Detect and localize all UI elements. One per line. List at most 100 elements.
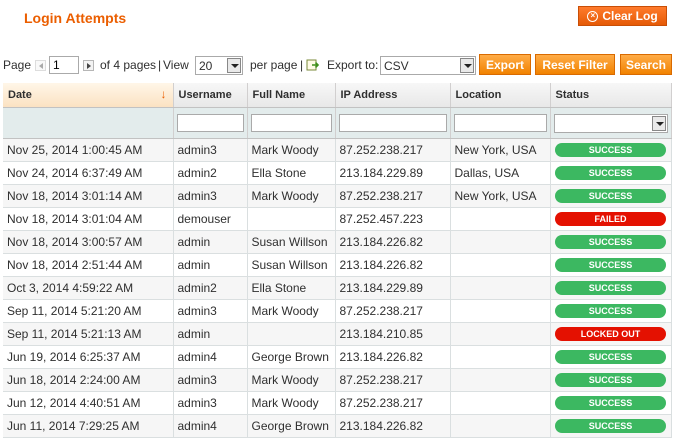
status-badge: SUCCESS [555,258,666,272]
chevron-down-icon [460,58,474,73]
next-page-icon[interactable] [83,60,94,71]
location-cell [450,230,551,254]
username-cell: admin4 [173,345,248,369]
location-cell [450,368,551,392]
date-cell: Nov 25, 2014 1:00:45 AM [3,138,174,162]
status-cell: LOCKED OUT [550,322,672,346]
username-cell: admin3 [173,368,248,392]
ip-address-cell: 213.184.210.85 [335,322,451,346]
full-name-cell: Mark Woody [247,138,336,162]
date-cell: Oct 3, 2014 4:59:22 AM [3,276,174,300]
filter-full-name-input[interactable] [250,114,332,132]
username-cell: admin4 [173,414,248,438]
status-cell: SUCCESS [550,391,672,415]
full-name-cell: George Brown [247,345,336,369]
status-cell: SUCCESS [550,299,672,323]
table-row[interactable]: Jun 11, 2014 7:29:25 AM admin4 George Brow… [3,414,672,438]
table-row[interactable]: Nov 18, 2014 3:00:57 AM admin Susan Willso… [3,230,672,254]
status-badge: SUCCESS [555,419,666,433]
status-cell: FAILED [550,207,672,231]
filter-ip-input[interactable] [338,114,447,132]
sort-down-arrow-icon: ↓ [160,87,167,101]
login-attempts-table: Date ↓ Username Full Name IP Address Loca… [3,83,672,438]
date-cell: Jun 18, 2014 2:24:00 AM [3,368,174,392]
location-cell [450,276,551,300]
pipe-divider-2: | [300,58,304,72]
full-name-cell [247,322,336,346]
table-row[interactable]: Nov 18, 2014 3:01:14 AM admin3 Mark Woody 8… [3,184,672,208]
export-to-label: Export to: [327,58,379,72]
table-row[interactable]: Sep 11, 2014 5:21:13 AM admin 213.184.210.… [3,322,672,346]
chevron-down-icon [227,58,241,73]
status-cell: SUCCESS [550,368,672,392]
full-name-cell: Mark Woody [247,184,336,208]
status-badge: FAILED [555,212,666,226]
per-page-value: 20 [199,59,213,73]
ip-address-cell: 87.252.238.217 [335,184,451,208]
table-row[interactable]: Nov 25, 2014 1:00:45 AM admin3 Mark Woody 8… [3,138,672,162]
ip-address-cell: 87.252.238.217 [335,138,451,162]
close-circle-icon: × [587,10,599,22]
per-page-select[interactable]: 20 [195,56,243,75]
page-number-input[interactable] [49,56,79,74]
date-cell: Jun 19, 2014 6:25:37 AM [3,345,174,369]
date-cell: Jun 12, 2014 4:40:51 AM [3,391,174,415]
location-cell [450,207,551,231]
of-pages-text: of 4 pages [100,58,157,72]
username-cell: admin [173,253,248,277]
location-cell [450,299,551,323]
status-cell: SUCCESS [550,138,672,162]
search-button[interactable]: Search [620,54,672,75]
full-name-cell: George Brown [247,414,336,438]
username-cell: admin [173,322,248,346]
column-header-full-name[interactable]: Full Name [247,83,336,108]
ip-address-cell: 213.184.229.89 [335,276,451,300]
table-row[interactable]: Oct 3, 2014 4:59:22 AM admin2 Ella Stone 21… [3,276,672,300]
table-row[interactable]: Jun 19, 2014 6:25:37 AM admin4 George Brow… [3,345,672,369]
filter-cell-date [3,107,174,139]
table-row[interactable]: Nov 18, 2014 3:01:04 AM demouser 87.252.45… [3,207,672,231]
status-cell: SUCCESS [550,276,672,300]
full-name-cell: Mark Woody [247,368,336,392]
filter-username-input[interactable] [176,114,244,132]
status-badge: SUCCESS [555,189,666,203]
export-button[interactable]: Export [479,54,531,75]
ip-address-cell: 213.184.229.89 [335,161,451,185]
status-badge: SUCCESS [555,304,666,318]
username-cell: admin3 [173,138,248,162]
table-row[interactable]: Jun 18, 2014 2:24:00 AM admin3 Mark Woody 8… [3,368,672,392]
pipe-divider: | [158,58,162,72]
full-name-cell: Susan Willson [247,253,336,277]
filter-status-select[interactable] [553,113,668,133]
column-header-location[interactable]: Location [450,83,551,108]
location-cell: New York, USA [450,138,551,162]
ip-address-cell: 87.252.238.217 [335,391,451,415]
column-header-date[interactable]: Date ↓ [3,83,174,108]
table-row[interactable]: Nov 24, 2014 6:37:49 AM admin2 Ella Stone 2… [3,161,672,185]
date-cell: Jun 11, 2014 7:29:25 AM [3,414,174,438]
column-header-ip-address[interactable]: IP Address [335,83,451,108]
clear-log-button[interactable]: × Clear Log [578,6,667,26]
export-format-select[interactable]: CSV [380,56,476,75]
reset-filter-button[interactable]: Reset Filter [535,54,615,75]
status-cell: SUCCESS [550,414,672,438]
table-row[interactable]: Sep 11, 2014 5:21:20 AM admin3 Mark Woody 8… [3,299,672,323]
status-cell: SUCCESS [550,253,672,277]
prev-page-icon[interactable] [35,60,46,71]
location-cell [450,414,551,438]
export-icon [306,59,320,71]
date-cell: Nov 18, 2014 2:51:44 AM [3,253,174,277]
filter-location-input[interactable] [453,114,547,132]
location-cell [450,322,551,346]
status-cell: SUCCESS [550,345,672,369]
column-header-username[interactable]: Username [173,83,248,108]
table-row[interactable]: Nov 18, 2014 2:51:44 AM admin Susan Willso… [3,253,672,277]
date-cell: Sep 11, 2014 5:21:13 AM [3,322,174,346]
column-header-status[interactable]: Status [550,83,672,108]
username-cell: admin [173,230,248,254]
ip-address-cell: 213.184.226.82 [335,414,451,438]
filter-cell-status [550,107,672,139]
filter-cell-full-name [247,107,336,139]
ip-address-cell: 213.184.226.82 [335,345,451,369]
table-row[interactable]: Jun 12, 2014 4:40:51 AM admin3 Mark Woody 8… [3,391,672,415]
